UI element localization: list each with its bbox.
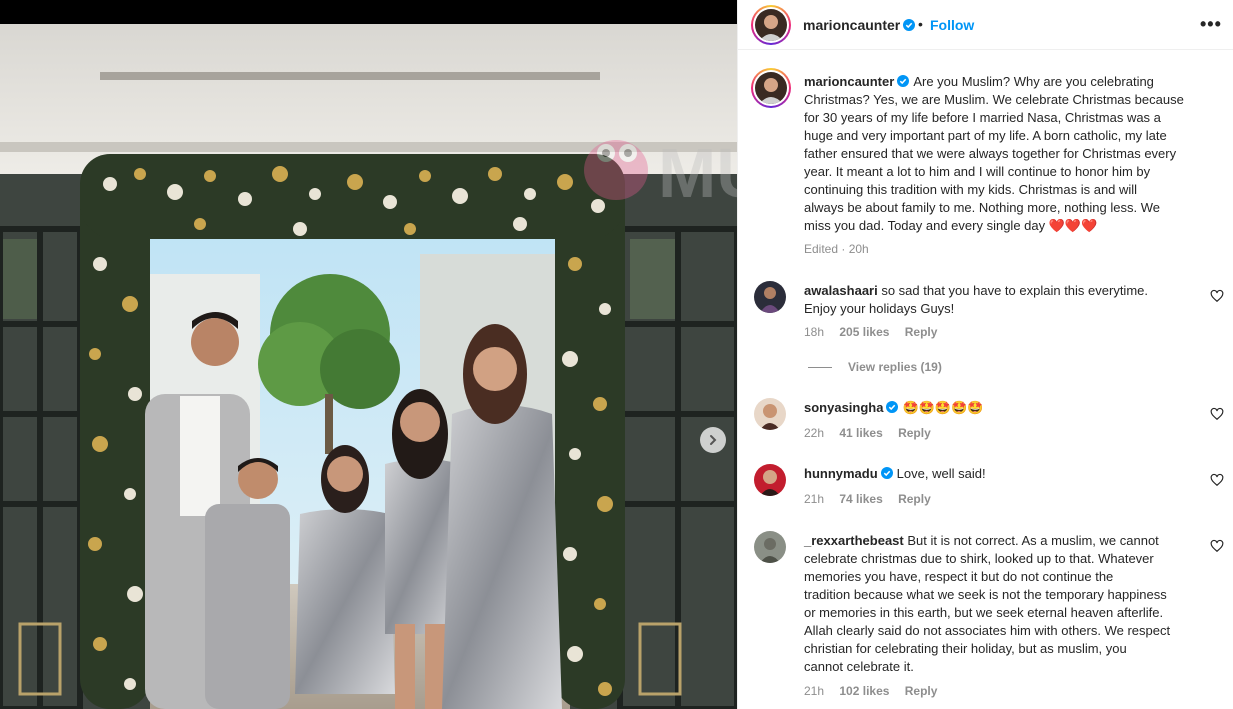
comment-text: Enjoy your holidays Guys!	[804, 301, 955, 316]
comment-likes[interactable]: 41 likes	[839, 426, 882, 440]
verified-badge-icon	[880, 467, 893, 479]
caption-line: year. It meant a lot to him and I will c…	[804, 164, 1151, 179]
caption: marioncaunter Are you Muslim? Why are you…	[804, 73, 1224, 235]
view-replies-text[interactable]: View replies (19)	[848, 360, 942, 374]
view-replies-button[interactable]: View replies (19)	[808, 360, 942, 374]
comment-text: Allah clearly said do not associates him…	[804, 623, 1171, 638]
comment-text: 🤩🤩🤩🤩🤩	[902, 400, 984, 415]
avatar-image	[755, 9, 787, 41]
post-panel: marioncaunter • Follow ••• marioncaunter…	[737, 0, 1233, 709]
caption-line: for 30 years of my life before I married…	[804, 110, 1161, 125]
comment-avatar[interactable]	[754, 398, 786, 430]
post-media	[0, 0, 737, 709]
comment-likes[interactable]: 205 likes	[839, 325, 889, 339]
reply-button[interactable]: Reply	[898, 492, 931, 506]
header-separator: •	[918, 16, 923, 32]
avatar-image	[754, 464, 786, 496]
comment-meta: 21h 74 likes Reply	[804, 492, 931, 506]
comment-avatar[interactable]	[754, 464, 786, 496]
verified-badge-icon	[903, 19, 916, 31]
chevron-right-icon	[710, 435, 717, 445]
comment-time: 21h	[804, 492, 825, 506]
top-bar	[0, 0, 737, 24]
post-header: marioncaunter • Follow •••	[738, 0, 1233, 50]
heart-outline-icon[interactable]	[1210, 539, 1224, 553]
comment-time: 21h	[804, 684, 825, 698]
reply-button[interactable]: Reply	[905, 684, 938, 698]
follow-button[interactable]: Follow	[930, 17, 974, 33]
comment-time: 18h	[804, 325, 825, 339]
comment-text: celebrate christmas due to shirk, looked…	[804, 551, 1154, 566]
header-avatar[interactable]	[751, 5, 791, 45]
more-options-icon[interactable]: •••	[1200, 14, 1222, 35]
comment-meta: 22h 41 likes Reply	[804, 426, 931, 440]
comment-text: tradition because what we seek is not th…	[804, 587, 1167, 602]
header-username[interactable]: marioncaunter	[803, 17, 916, 33]
comment-username[interactable]: sonyasingha	[804, 400, 883, 415]
comment-text: memories you have, respect it but do not…	[804, 569, 1114, 584]
avatar-image	[754, 398, 786, 430]
comment-body: awalashaari so sad that you have to expl…	[804, 282, 1184, 318]
comment-likes[interactable]: 102 likes	[839, 684, 889, 698]
comment-text: so sad that you have to explain this eve…	[881, 283, 1148, 298]
comment-body: sonyasingha 🤩🤩🤩🤩🤩	[804, 399, 1184, 417]
caption-meta: Edited · 20h	[804, 242, 869, 256]
comment-username[interactable]: awalashaari	[804, 283, 878, 298]
reply-button[interactable]: Reply	[898, 426, 931, 440]
comment-text: But it is not correct. As a muslim, we c…	[907, 533, 1159, 548]
comment-body: _rexxarthebeast But it is not correct. A…	[804, 532, 1224, 676]
comment-text: Love, well said!	[896, 466, 986, 481]
comment-meta: 18h 205 likes Reply	[804, 325, 937, 339]
comment-username[interactable]: hunnymadu	[804, 466, 878, 481]
verified-badge-icon	[897, 75, 910, 87]
caption-avatar[interactable]	[751, 68, 791, 108]
heart-emojis: ❤️❤️❤️	[1048, 218, 1098, 233]
avatar-image	[754, 281, 786, 313]
next-photo-button[interactable]	[700, 427, 726, 453]
comment-body: hunnymadu Love, well said!	[804, 465, 1184, 483]
heart-outline-icon[interactable]	[1210, 289, 1224, 303]
heart-outline-icon[interactable]	[1210, 473, 1224, 487]
caption-line: continuing this tradition with my kids. …	[804, 182, 1138, 197]
avatar-image	[754, 531, 786, 563]
comment-username[interactable]: _rexxarthebeast	[804, 533, 904, 548]
comment-avatar[interactable]	[754, 281, 786, 313]
caption-line: huge and very important part of my life.…	[804, 128, 1167, 143]
heart-outline-icon[interactable]	[1210, 407, 1224, 421]
caption-line: always be about family to me. Nothing mo…	[804, 200, 1160, 215]
header-username-text[interactable]: marioncaunter	[803, 17, 900, 33]
comment-text: cannot celebrate it.	[804, 659, 914, 674]
comment-likes[interactable]: 74 likes	[839, 492, 882, 506]
avatar-image	[755, 72, 787, 104]
view-replies-line	[808, 367, 832, 369]
comment-meta: 21h 102 likes Reply	[804, 684, 937, 698]
comment-text: christian for celebrating their holiday,…	[804, 641, 1127, 656]
comment-time: 22h	[804, 426, 825, 440]
family-christmas-photo	[0, 24, 737, 709]
caption-line: Christmas? Yes, we are Muslim. We celebr…	[804, 92, 1184, 107]
verified-badge-icon	[886, 401, 899, 413]
caption-line: father ensured that we were always toget…	[804, 146, 1177, 161]
comment-avatar[interactable]	[754, 531, 786, 563]
caption-line: miss you dad. Today and every single day	[804, 218, 1046, 233]
caption-line: Are you Muslim? Why are you celebrating	[913, 74, 1154, 89]
caption-username[interactable]: marioncaunter	[804, 74, 894, 89]
reply-button[interactable]: Reply	[905, 325, 938, 339]
comment-text: or memories in this earth, but we seek e…	[804, 605, 1164, 620]
